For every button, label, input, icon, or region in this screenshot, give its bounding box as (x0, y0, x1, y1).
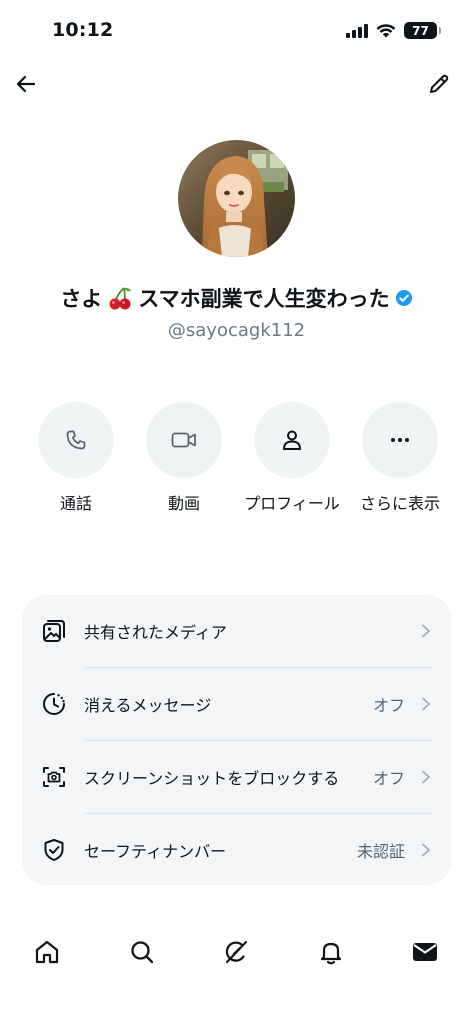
profile-name-row: さよ スマホ副業で人生変わった (0, 283, 473, 313)
call-action[interactable]: 通話 (26, 402, 126, 515)
search-icon (131, 941, 154, 964)
block-screenshots-label: スクリーンショットをブロックする (84, 769, 340, 788)
verified-badge-icon (395, 289, 413, 307)
shared-media-label: 共有されたメディア (84, 623, 227, 642)
media-gallery-icon (40, 617, 68, 645)
notifications-bell-icon (320, 942, 342, 965)
status-time: 10:12 (52, 19, 114, 41)
back-button[interactable] (10, 68, 42, 100)
more-action[interactable]: さらに表示 (350, 402, 450, 515)
back-arrow-icon (16, 75, 36, 93)
nav-messages[interactable] (407, 934, 443, 970)
status-bar: 10:12 77 (0, 0, 473, 62)
avatar[interactable] (178, 140, 295, 257)
top-bar (0, 64, 473, 104)
more-button[interactable] (362, 402, 438, 478)
safety-number-value: 未認証 (356, 842, 405, 861)
block-screenshots-value: オフ (372, 769, 405, 788)
edit-button[interactable] (423, 68, 455, 100)
disappearing-messages-row[interactable]: 消えるメッセージ オフ (22, 668, 451, 740)
messages-envelope-icon (413, 943, 437, 961)
person-icon (283, 430, 301, 450)
profile-button[interactable] (254, 402, 330, 478)
wifi-icon (376, 24, 396, 38)
more-label: さらに表示 (359, 494, 440, 513)
home-icon (35, 940, 59, 964)
safety-number-label: セーフティナンバー (84, 842, 227, 861)
chevron-right-icon (419, 697, 433, 711)
profile-label: プロフィール (244, 494, 340, 513)
video-label: 動画 (167, 494, 200, 513)
profile-name-prefix: さよ (60, 287, 103, 311)
bottom-nav (0, 930, 473, 976)
shared-media-row[interactable]: 共有されたメディア (22, 595, 451, 667)
more-dots-icon (391, 438, 409, 442)
settings-card: 共有されたメディア 消えるメッセージ オフ スクリーンショットをブロックする オ… (22, 595, 451, 885)
pencil-icon (430, 74, 449, 93)
profile-action[interactable]: プロフィール (242, 402, 342, 515)
nav-notifications[interactable] (313, 934, 349, 970)
profile-handle: @sayocagk112 (167, 320, 306, 341)
status-icons: 77 (346, 22, 441, 39)
video-camera-icon (171, 432, 196, 448)
disappearing-messages-value: オフ (372, 696, 405, 715)
nav-grok[interactable] (218, 934, 254, 970)
nav-search[interactable] (124, 934, 160, 970)
battery-icon: 77 (404, 22, 441, 39)
call-label: 通話 (59, 494, 92, 513)
safety-number-row[interactable]: セーフティナンバー 未認証 (22, 814, 451, 886)
nav-home[interactable] (29, 934, 65, 970)
chevron-right-icon (419, 770, 433, 784)
chevron-right-icon (419, 624, 433, 638)
video-button[interactable] (146, 402, 222, 478)
disappearing-timer-icon (40, 690, 68, 718)
shield-check-icon (40, 836, 68, 864)
disappearing-messages-label: 消えるメッセージ (84, 696, 212, 715)
cellular-signal-icon (346, 23, 368, 38)
screenshot-camera-icon (40, 763, 68, 791)
chevron-right-icon (419, 843, 433, 857)
video-action[interactable]: 動画 (134, 402, 234, 515)
avatar-image (178, 140, 295, 257)
call-button[interactable] (38, 402, 114, 478)
action-row: 通話 動画 プロフィール さらに表示 (26, 402, 450, 515)
grok-icon (225, 940, 248, 964)
profile-name-suffix: スマホ副業で人生変わった (138, 287, 390, 311)
block-screenshots-row[interactable]: スクリーンショットをブロックする オフ (22, 741, 451, 813)
cherry-emoji-icon (107, 285, 133, 311)
phone-icon (66, 430, 86, 450)
